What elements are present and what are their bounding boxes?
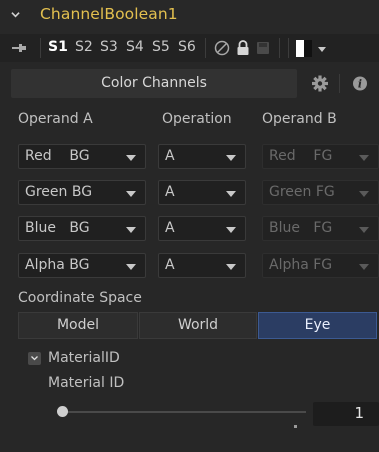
gear-icon[interactable] — [302, 69, 338, 98]
lock-icon[interactable] — [233, 38, 253, 58]
tab-divider — [339, 74, 340, 93]
chevron-down-icon — [359, 191, 369, 197]
version-slot-s3[interactable]: S3 — [100, 39, 118, 55]
operand-a-green-select[interactable]: Green BG — [18, 180, 146, 205]
disable-icon[interactable] — [212, 38, 232, 58]
chevron-down-icon — [126, 227, 136, 233]
pin-icon[interactable] — [12, 42, 26, 54]
chevron-down-icon — [126, 264, 136, 270]
chevron-down-icon — [126, 191, 136, 197]
chevron-down-icon — [226, 191, 236, 197]
material-id-value-input[interactable]: 1 — [313, 402, 379, 426]
material-id-slider[interactable] — [62, 411, 306, 413]
chevron-down-icon — [226, 155, 236, 161]
materialid-toggle-label: MaterialID — [48, 350, 120, 366]
version-slot-s1[interactable]: S1 — [48, 39, 68, 55]
chevron-down-icon — [359, 227, 369, 233]
coordinate-world-button[interactable]: World — [139, 312, 257, 339]
operand-b-header: Operand B — [262, 111, 337, 127]
chevron-down-icon — [226, 264, 236, 270]
color-swatch-icon[interactable] — [296, 40, 312, 57]
material-id-label: Material ID — [48, 375, 125, 391]
slider-knob[interactable] — [57, 406, 68, 417]
collapse-chevron-icon[interactable] — [11, 10, 20, 19]
operand-a-red-select[interactable]: Red BG — [18, 144, 146, 169]
operand-b-green-select: Green FG — [262, 180, 379, 205]
coordinate-space-label: Coordinate Space — [18, 290, 142, 306]
operand-b-alpha-select: Alpha FG — [262, 253, 379, 278]
operand-a-alpha-select[interactable]: Alpha BG — [18, 253, 146, 278]
tab-color-channels[interactable]: Color Channels — [11, 69, 297, 98]
chevron-down-icon — [226, 227, 236, 233]
swatch-dropdown-chevron-icon[interactable] — [318, 47, 326, 52]
toolbar-divider — [205, 38, 206, 58]
version-slot-s4[interactable]: S4 — [126, 39, 144, 55]
slider-default-marker — [294, 425, 297, 428]
toolbar-divider — [40, 38, 41, 58]
version-slot-s5[interactable]: S5 — [152, 39, 170, 55]
coordinate-eye-button[interactable]: Eye — [258, 312, 377, 339]
info-icon[interactable]: i — [342, 69, 379, 98]
version-slot-s2[interactable]: S2 — [75, 39, 93, 55]
operand-a-blue-select[interactable]: Blue BG — [18, 216, 146, 241]
coordinate-model-button[interactable]: Model — [18, 312, 138, 339]
operation-alpha-select[interactable]: A — [158, 253, 246, 278]
operand-a-header: Operand A — [18, 111, 93, 127]
operand-b-blue-select: Blue FG — [262, 216, 379, 241]
svg-text:i: i — [358, 78, 362, 91]
chevron-down-icon — [31, 356, 38, 361]
node-title: ChannelBoolean1 — [40, 5, 178, 23]
operation-blue-select[interactable]: A — [158, 216, 246, 241]
save-settings-icon[interactable] — [253, 38, 273, 58]
operand-b-red-select: Red FG — [262, 144, 379, 169]
operation-green-select[interactable]: A — [158, 180, 246, 205]
chevron-down-icon — [359, 264, 369, 270]
toolbar-divider — [279, 38, 280, 58]
operation-red-select[interactable]: A — [158, 144, 246, 169]
chevron-down-icon — [359, 155, 369, 161]
version-slot-s6[interactable]: S6 — [178, 39, 196, 55]
operation-header: Operation — [162, 111, 232, 127]
chevron-down-icon — [126, 155, 136, 161]
toolbar-divider — [288, 38, 289, 58]
